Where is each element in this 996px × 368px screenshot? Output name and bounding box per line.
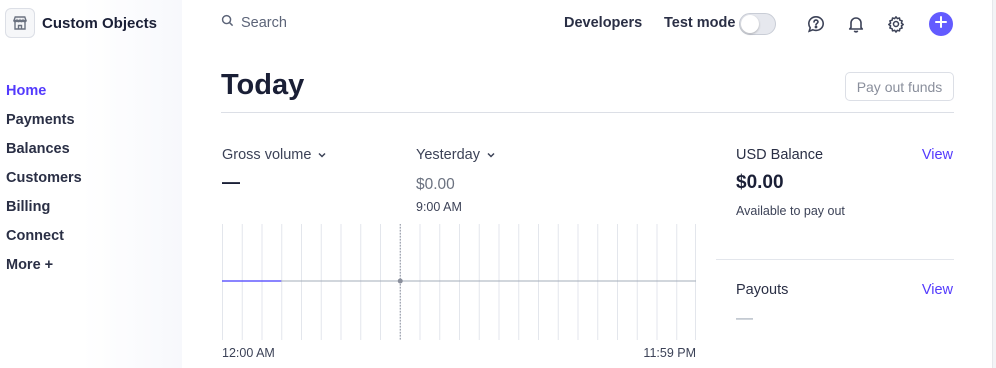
account-switcher[interactable]: Custom Objects bbox=[5, 8, 157, 38]
divider bbox=[716, 259, 954, 260]
divider bbox=[221, 112, 954, 113]
gross-volume-label: Gross volume bbox=[222, 147, 312, 163]
create-new-button[interactable] bbox=[929, 12, 953, 36]
sidebar: Custom Objects Home Payments Balances Cu… bbox=[0, 0, 182, 368]
nav-item-connect[interactable]: Connect bbox=[6, 227, 82, 256]
help-icon[interactable] bbox=[806, 13, 826, 35]
test-mode-toggle[interactable] bbox=[739, 13, 776, 35]
primary-nav: Home Payments Balances Customers Billing… bbox=[6, 82, 82, 285]
balance-view-link[interactable]: View bbox=[922, 147, 953, 163]
toggle-knob bbox=[741, 15, 759, 33]
chevron-down-icon bbox=[318, 152, 326, 158]
usd-balance-title: USD Balance bbox=[736, 147, 824, 163]
storefront-icon bbox=[5, 8, 35, 38]
account-name: Custom Objects bbox=[42, 14, 158, 32]
page-title: Today bbox=[221, 69, 305, 101]
yesterday-value: $0.00 bbox=[416, 176, 455, 193]
test-mode-label: Test mode bbox=[664, 15, 736, 31]
x-axis-start-label: 12:00 AM bbox=[222, 346, 275, 360]
search-input[interactable]: Search bbox=[241, 15, 287, 31]
comparison-period-selector[interactable]: Yesterday bbox=[416, 147, 496, 163]
developers-link[interactable]: Developers bbox=[564, 15, 642, 31]
nav-item-home[interactable]: Home bbox=[6, 82, 82, 111]
balance-note: Available to pay out bbox=[736, 204, 845, 218]
scrollbar[interactable] bbox=[992, 0, 996, 368]
search-bar[interactable]: Search bbox=[221, 14, 287, 32]
gross-volume-selector[interactable]: Gross volume bbox=[222, 147, 327, 163]
nav-item-more[interactable]: More + bbox=[6, 256, 82, 285]
payouts-view-link[interactable]: View bbox=[922, 282, 953, 298]
gross-volume-chart bbox=[222, 224, 696, 340]
pay-out-funds-button[interactable]: Pay out funds bbox=[845, 72, 954, 101]
yesterday-time: 9:00 AM bbox=[416, 200, 462, 214]
nav-item-billing[interactable]: Billing bbox=[6, 198, 82, 227]
search-icon bbox=[221, 14, 234, 32]
x-axis-end-label: 11:59 PM bbox=[643, 346, 696, 360]
payouts-value: — bbox=[736, 308, 753, 327]
nav-item-balances[interactable]: Balances bbox=[6, 140, 82, 169]
gross-volume-value: — bbox=[222, 172, 240, 192]
balance-amount: $0.00 bbox=[736, 172, 784, 193]
nav-item-customers[interactable]: Customers bbox=[6, 169, 82, 198]
plus-icon bbox=[935, 15, 947, 33]
gear-icon[interactable] bbox=[886, 13, 906, 35]
chevron-down-icon bbox=[487, 152, 495, 158]
comparison-period-label: Yesterday bbox=[416, 147, 480, 163]
bell-icon[interactable] bbox=[846, 13, 866, 35]
current-time-point bbox=[397, 278, 403, 284]
payouts-title: Payouts bbox=[736, 282, 789, 298]
nav-item-payments[interactable]: Payments bbox=[6, 111, 82, 140]
